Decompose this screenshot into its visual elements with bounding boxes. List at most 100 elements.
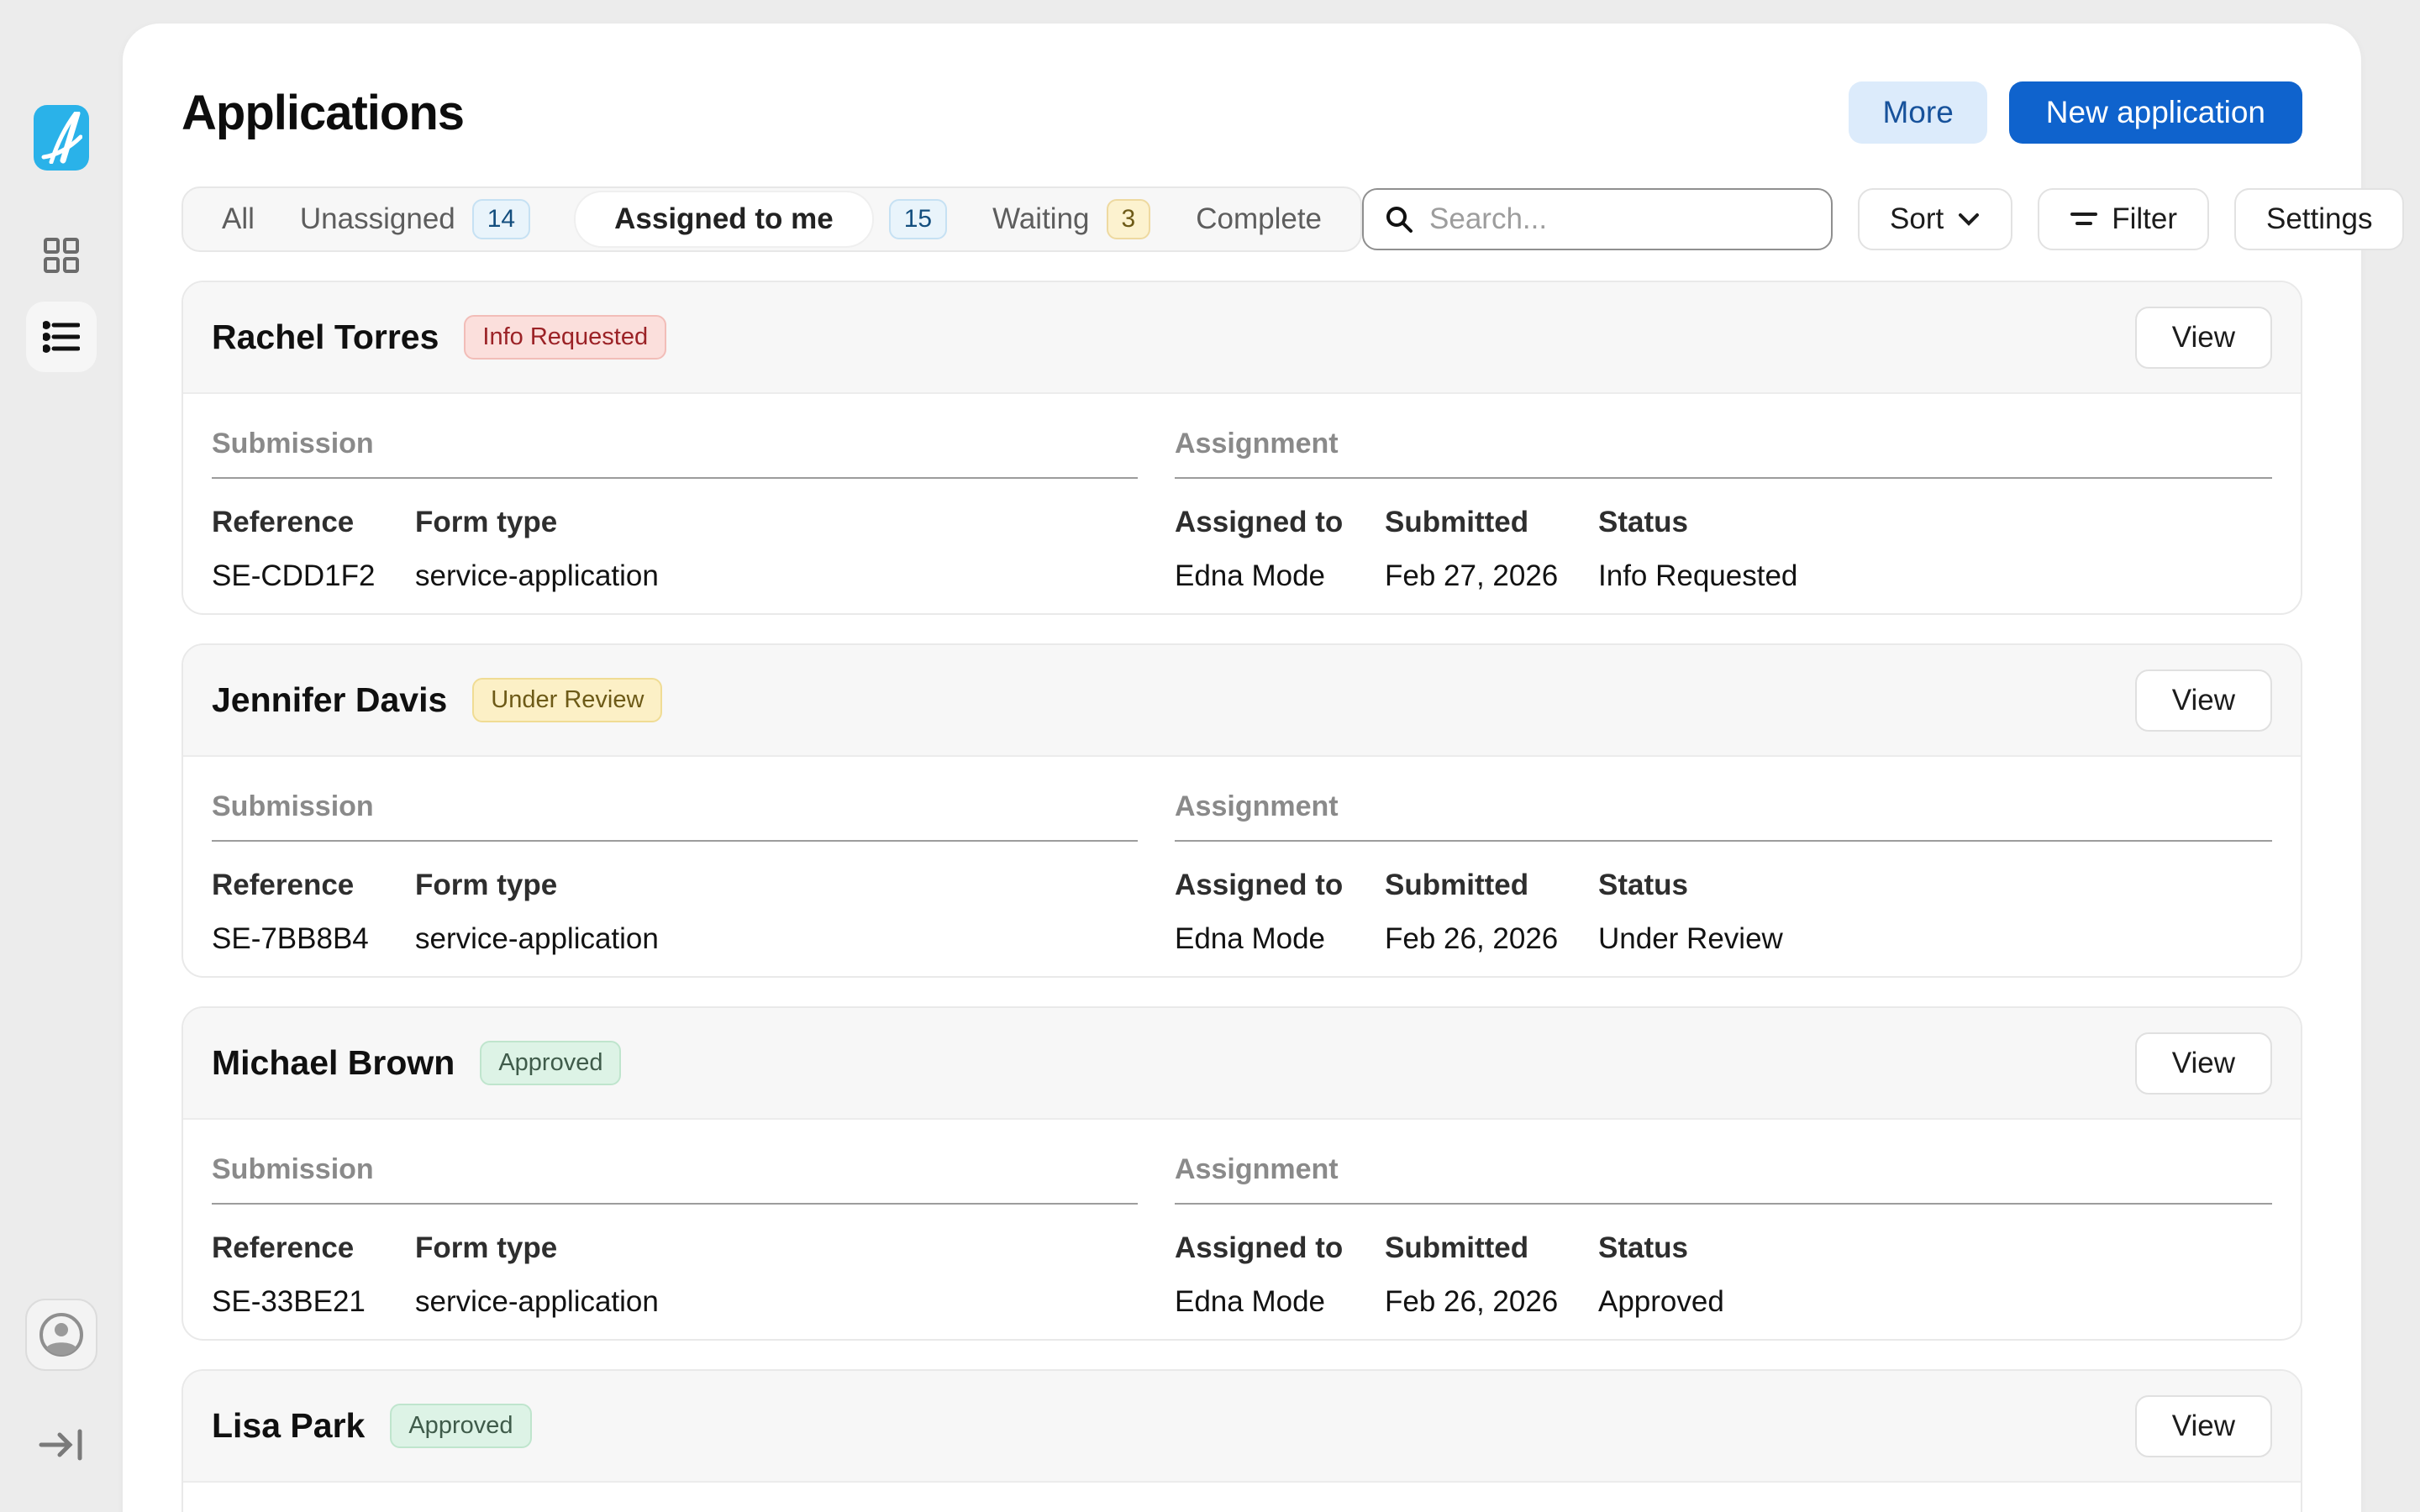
section-divider — [1175, 840, 2272, 842]
user-avatar-button[interactable] — [25, 1299, 97, 1371]
sort-button[interactable]: Sort — [1858, 188, 2012, 250]
tab-waiting[interactable]: Waiting 3 — [992, 199, 1150, 239]
assigned-to-column-header: Assigned to — [1175, 1231, 1385, 1265]
view-button[interactable]: View — [2135, 1032, 2272, 1095]
assigned-to-value: Edna Mode — [1175, 559, 1385, 593]
section-divider — [1175, 1203, 2272, 1205]
submission-section: Submission Reference SE-33BE21 Form type… — [212, 1153, 1138, 1319]
status-value: Info Requested — [1598, 559, 2272, 593]
list-icon — [43, 321, 80, 353]
logo-a-icon — [40, 112, 82, 164]
settings-button[interactable]: Settings — [2234, 188, 2404, 250]
app-logo[interactable] — [34, 105, 89, 171]
assignment-section: Assignment Assigned to Edna Mode Submitt… — [1175, 790, 2272, 956]
list-view-button[interactable] — [26, 302, 97, 372]
application-card: Jennifer Davis Under Review View Submiss… — [182, 643, 2302, 978]
reference-column-header: Reference — [212, 506, 415, 539]
status-column-header: Status — [1598, 869, 2272, 902]
tab-unassigned[interactable]: Unassigned 14 — [300, 199, 530, 239]
application-card: Michael Brown Approved View Submission R… — [182, 1006, 2302, 1341]
form-type-value: service-application — [415, 559, 1138, 593]
reference-value: SE-7BB8B4 — [212, 922, 415, 956]
card-header: Jennifer Davis Under Review View — [183, 645, 2301, 757]
card-body: Submission Assignment — [183, 1483, 2301, 1512]
search-icon — [1384, 204, 1414, 234]
assigned-to-column-header: Assigned to — [1175, 506, 1385, 539]
assignment-section: Assignment Assigned to Edna Mode Submitt… — [1175, 1153, 2272, 1319]
unassigned-count-badge: 14 — [472, 199, 530, 239]
submitted-column-header: Submitted — [1385, 869, 1598, 902]
card-body: Submission Reference SE-33BE21 Form type… — [183, 1120, 2301, 1339]
new-application-button[interactable]: New application — [2009, 81, 2302, 144]
chevron-down-icon — [1957, 212, 1981, 227]
status-badge: Info Requested — [464, 315, 666, 360]
status-value: Approved — [1598, 1285, 2272, 1319]
submission-section: Submission Reference SE-7BB8B4 Form type… — [212, 790, 1138, 956]
view-button[interactable]: View — [2135, 307, 2272, 369]
section-divider — [212, 477, 1138, 479]
status-badge: Under Review — [472, 678, 662, 722]
form-type-column-header: Form type — [415, 869, 1138, 902]
search-input[interactable] — [1429, 202, 1811, 236]
application-list: Rachel Torres Info Requested View Submis… — [182, 281, 2302, 1512]
submission-heading: Submission — [212, 790, 1138, 823]
form-type-value: service-application — [415, 922, 1138, 956]
person-icon — [38, 1311, 85, 1358]
sidebar — [0, 0, 123, 1512]
sign-out-button[interactable] — [38, 1425, 85, 1465]
view-button[interactable]: View — [2135, 669, 2272, 732]
card-header: Michael Brown Approved View — [183, 1008, 2301, 1120]
assigned-to-value: Edna Mode — [1175, 922, 1385, 956]
status-badge: Approved — [390, 1404, 531, 1448]
status-column-header: Status — [1598, 506, 2272, 539]
more-button[interactable]: More — [1849, 81, 1986, 144]
header-actions: More New application — [1849, 81, 2302, 144]
filter-button[interactable]: Filter — [2038, 188, 2209, 250]
view-button[interactable]: View — [2135, 1395, 2272, 1457]
tab-all[interactable]: All — [222, 202, 255, 236]
submission-section: Submission Reference SE-CDD1F2 Form type… — [212, 428, 1138, 593]
assignment-heading: Assignment — [1175, 790, 2272, 823]
section-divider — [1175, 477, 2272, 479]
submitted-value: Feb 26, 2026 — [1385, 1285, 1598, 1319]
search-box — [1362, 188, 1833, 250]
assignment-heading: Assignment — [1175, 428, 2272, 460]
submitted-column-header: Submitted — [1385, 1231, 1598, 1265]
applicant-name: Lisa Park — [212, 1406, 365, 1446]
form-type-column-header: Form type — [415, 506, 1138, 539]
page-title: Applications — [182, 85, 464, 141]
reference-value: SE-CDD1F2 — [212, 559, 415, 593]
applicant-name: Michael Brown — [212, 1043, 455, 1083]
assigned-to-column-header: Assigned to — [1175, 869, 1385, 902]
submitted-value: Feb 26, 2026 — [1385, 922, 1598, 956]
toolbar-row: All Unassigned 14 Assigned to me 15 Wait… — [182, 186, 2302, 252]
applicant-name: Rachel Torres — [212, 318, 439, 357]
form-type-column-header: Form type — [415, 1231, 1138, 1265]
waiting-count-badge: 3 — [1107, 199, 1151, 239]
submission-heading: Submission — [212, 428, 1138, 460]
card-header: Lisa Park Approved View — [183, 1371, 2301, 1483]
assignment-heading: Assignment — [1175, 1153, 2272, 1186]
filter-lines-icon — [2070, 209, 2098, 229]
submitted-column-header: Submitted — [1385, 506, 1598, 539]
status-value: Under Review — [1598, 922, 2272, 956]
card-header: Rachel Torres Info Requested View — [183, 282, 2301, 394]
application-card: Lisa Park Approved View Submission Assig… — [182, 1369, 2302, 1512]
status-badge: Approved — [480, 1041, 621, 1085]
assigned-to-value: Edna Mode — [1175, 1285, 1385, 1319]
tab-complete[interactable]: Complete — [1196, 202, 1322, 236]
reference-column-header: Reference — [212, 1231, 415, 1265]
applicant-name: Jennifer Davis — [212, 680, 447, 720]
section-divider — [212, 840, 1138, 842]
section-divider — [212, 1203, 1138, 1205]
main-panel: Applications More New application All Un… — [123, 24, 2361, 1512]
reference-value: SE-33BE21 — [212, 1285, 415, 1319]
tab-bar: All Unassigned 14 Assigned to me 15 Wait… — [182, 186, 1362, 252]
status-column-header: Status — [1598, 1231, 2272, 1265]
card-body: Submission Reference SE-CDD1F2 Form type… — [183, 394, 2301, 613]
assignment-section: Assignment Assigned to Edna Mode Submitt… — [1175, 428, 2272, 593]
grid-view-icon[interactable] — [42, 236, 81, 275]
tab-assigned-to-me[interactable]: Assigned to me 15 — [576, 192, 947, 246]
application-card: Rachel Torres Info Requested View Submis… — [182, 281, 2302, 615]
card-body: Submission Reference SE-7BB8B4 Form type… — [183, 757, 2301, 976]
